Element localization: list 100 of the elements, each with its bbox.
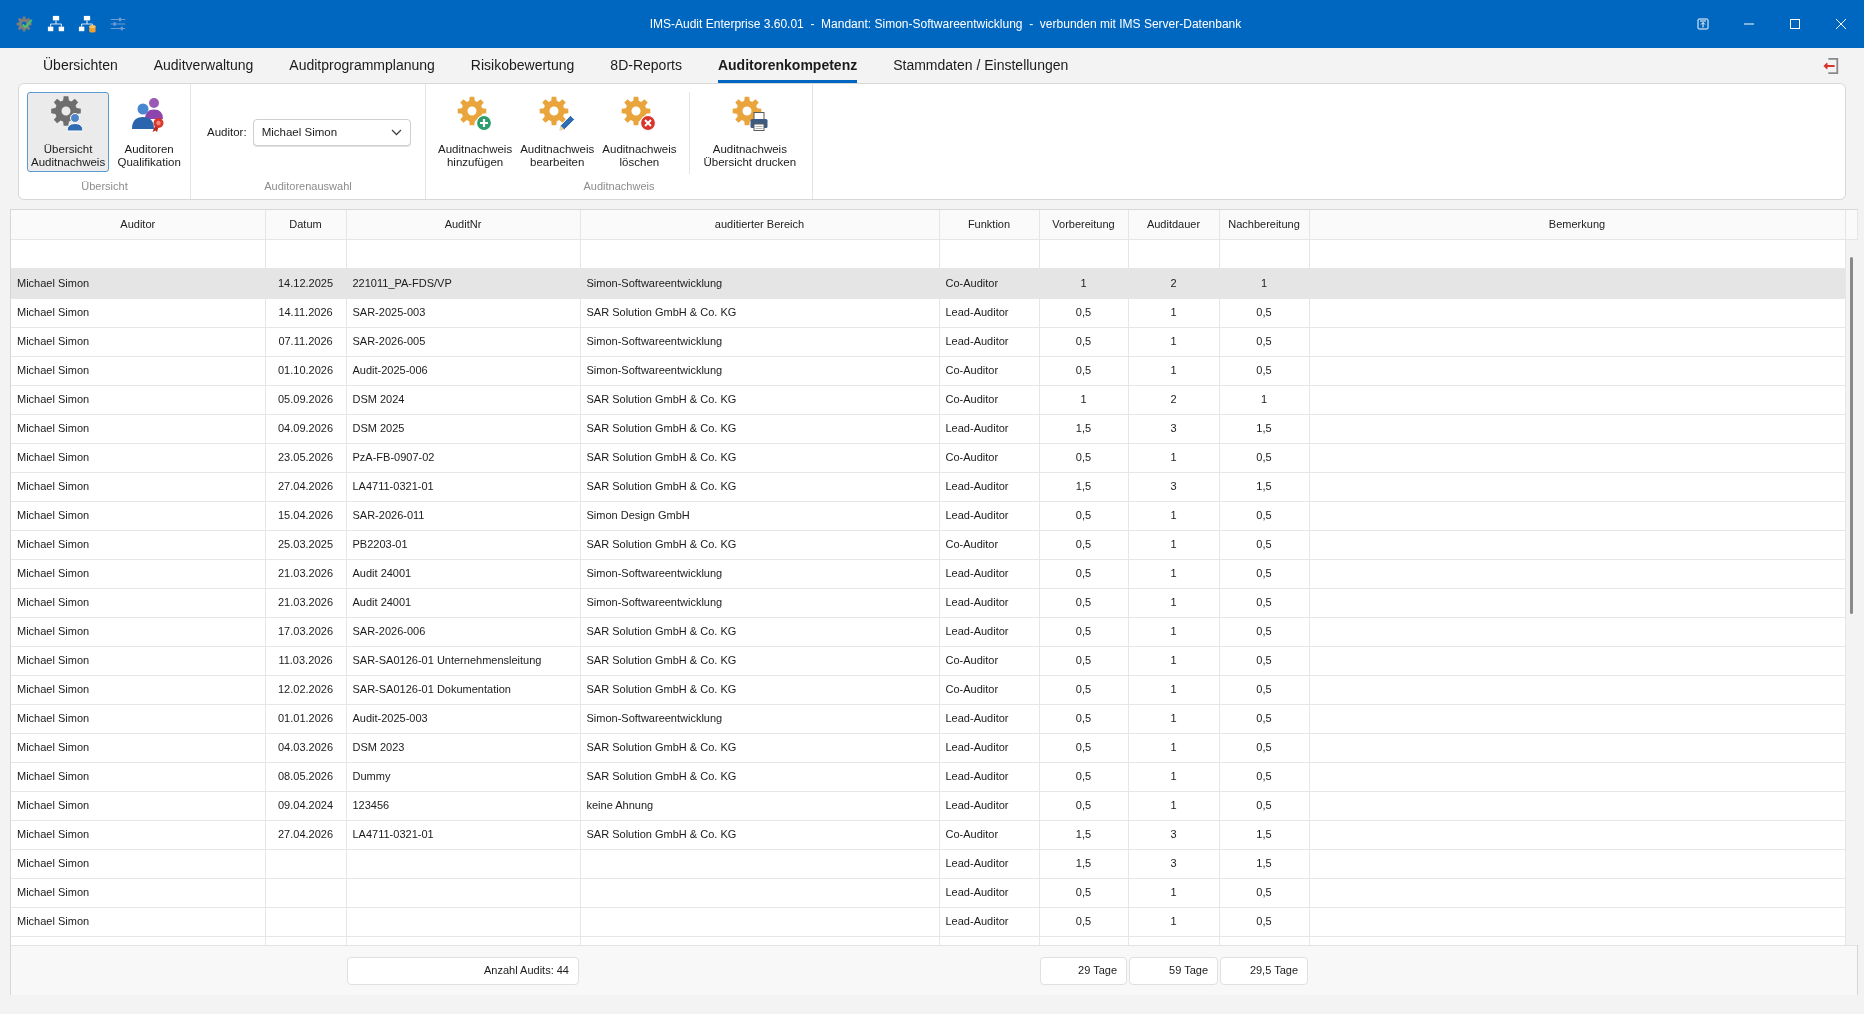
filter-field[interactable] bbox=[939, 239, 1039, 269]
column-header[interactable]: Funktion bbox=[939, 210, 1039, 239]
table-cell: Lead-Auditor bbox=[939, 878, 1039, 907]
table-cell: Co-Auditor bbox=[939, 646, 1039, 675]
table-row[interactable]: Michael Simon 21.03.2026 Audit 24001 Simon-Softwareentwicklung Lead-Auditor 0,5 1 0,5 bbox=[11, 588, 1845, 617]
auditor-dropdown[interactable]: Michael Simon bbox=[252, 119, 411, 146]
filter-field[interactable] bbox=[1039, 239, 1128, 269]
table-row[interactable]: Michael Simon 21.03.2026 Audit 24001 Simon-Softwareentwicklung Lead-Auditor 0,5 1 0,5 bbox=[11, 559, 1845, 588]
table-cell: 3 bbox=[1128, 849, 1219, 878]
table-row[interactable]: Michael Simon 15.04.2026 SAR-2026-011 Simon Design GmbH Lead-Auditor 0,5 1 0,5 bbox=[11, 501, 1845, 530]
column-header[interactable]: Datum bbox=[265, 210, 346, 239]
table-row[interactable]: Michael Simon 05.09.2026 DSM 2024 SAR Solution GmbH & Co. KG Co-Auditor 1 2 1 bbox=[11, 385, 1845, 414]
add-button[interactable]: Auditnachweis hinzufügen bbox=[434, 92, 517, 172]
table-row[interactable]: Michael Simon 12.02.2026 SAR-SA0126-01 Dokumentation SAR Solution GmbH & Co. KG Co-Auditor 0,5 1 0,5 bbox=[11, 675, 1845, 704]
table-cell: 15.04.2026 bbox=[265, 501, 346, 530]
table-row[interactable]: Michael Simon 07.11.2026 SAR-2026-005 Simon-Softwareentwicklung Lead-Auditor 0,5 1 0,5 bbox=[11, 327, 1845, 356]
table-row[interactable]: Michael Simon 14.12.2025 221011_PA-FDS/VP Simon-Softwareentwicklung Co-Auditor 1 2 1 bbox=[11, 269, 1845, 298]
filter-field[interactable] bbox=[346, 239, 580, 269]
table-cell: 0,5 bbox=[1219, 878, 1309, 907]
table-cell: 07.11.2026 bbox=[265, 327, 346, 356]
table-cell: 0,5 bbox=[1039, 675, 1128, 704]
table-cell: 1 bbox=[1128, 559, 1219, 588]
column-header[interactable]: Nachbereitung bbox=[1219, 210, 1309, 239]
menu-tab[interactable]: Auditorenkompetenz bbox=[717, 48, 858, 83]
table-row[interactable]: Michael Simon Lead-Auditor 1,5 3 1,5 bbox=[11, 849, 1845, 878]
table-cell: DSM 2023 bbox=[346, 733, 580, 762]
hierarchy-icon[interactable] bbox=[47, 15, 65, 33]
menu-tab[interactable]: Auditverwaltung bbox=[153, 48, 254, 83]
table-cell: Michael Simon bbox=[11, 588, 265, 617]
menu-tab[interactable]: Stammdaten / Einstellungen bbox=[893, 48, 1069, 83]
table-cell: LA4711-0321-01 bbox=[346, 472, 580, 501]
print-button[interactable]: Auditnachweis Übersicht drucken bbox=[699, 92, 801, 172]
table-cell: 0,5 bbox=[1039, 907, 1128, 936]
filter-field[interactable] bbox=[1309, 239, 1845, 269]
table-row[interactable]: Michael Simon 08.05.2026 Dummy SAR Solution GmbH & Co. KG Lead-Auditor 0,5 1 0,5 bbox=[11, 762, 1845, 791]
menu-tab[interactable]: Risikobewertung bbox=[470, 48, 575, 83]
exit-icon[interactable] bbox=[1822, 56, 1840, 75]
table-cell: Simon-Softwareentwicklung bbox=[580, 588, 939, 617]
table-cell: Michael Simon bbox=[11, 530, 265, 559]
table-cell: 21.03.2026 bbox=[265, 559, 346, 588]
table-cell: Simon-Softwareentwicklung bbox=[580, 356, 939, 385]
table-row[interactable]: Michael Simon Lead-Auditor 0,5 1 0,5 bbox=[11, 907, 1845, 936]
table-cell: 0,5 bbox=[1219, 327, 1309, 356]
table-cell: 0,5 bbox=[1039, 530, 1128, 559]
hierarchy-database-icon[interactable] bbox=[78, 15, 96, 33]
table-cell: 0,5 bbox=[1039, 443, 1128, 472]
chevron-down-icon bbox=[390, 129, 402, 136]
column-header[interactable]: auditierter Bereich bbox=[580, 210, 939, 239]
table-cell: 1 bbox=[1128, 530, 1219, 559]
table-row[interactable]: Michael Simon Lead-Auditor 0,5 1 0,5 bbox=[11, 878, 1845, 907]
filter-field[interactable] bbox=[580, 239, 939, 269]
table-row[interactable]: Michael Simon 23.05.2026 PzA-FB-0907-02 SAR Solution GmbH & Co. KG Co-Auditor 0,5 1 0,5 bbox=[11, 443, 1845, 472]
table-cell: 1 bbox=[1128, 617, 1219, 646]
table-cell: 25.03.2025 bbox=[265, 530, 346, 559]
table-cell: 0,5 bbox=[1219, 675, 1309, 704]
table-cell: Michael Simon bbox=[11, 472, 265, 501]
table-cell: Lead-Auditor bbox=[939, 298, 1039, 327]
qualification-button[interactable]: Auditoren Qualifikation bbox=[109, 92, 190, 172]
table-cell: 1,5 bbox=[1219, 472, 1309, 501]
table-row[interactable]: Michael Simon 11.03.2026 SAR-SA0126-01 Unternehmensleitung SAR Solution GmbH & Co. KG Co-Auditor 0,5 1 0,5 bbox=[11, 646, 1845, 675]
table-row[interactable]: Michael Simon 25.03.2025 PB2203-01 SAR Solution GmbH & Co. KG Co-Auditor 0,5 1 0,5 bbox=[11, 530, 1845, 559]
gear-check-icon[interactable] bbox=[16, 15, 34, 33]
table-row[interactable]: Michael Simon 01.10.2026 Audit-2025-006 Simon-Softwareentwicklung Co-Auditor 0,5 1 0,5 bbox=[11, 356, 1845, 385]
table-cell: 0,5 bbox=[1219, 762, 1309, 791]
table-cell: Michael Simon bbox=[11, 385, 265, 414]
table-cell: SAR Solution GmbH & Co. KG bbox=[580, 820, 939, 849]
table-row[interactable]: Michael Simon 27.04.2026 LA4711-0321-01 SAR Solution GmbH & Co. KG Lead-Auditor 1,5 3 1,5 bbox=[11, 472, 1845, 501]
menu-tab[interactable]: 8D-Reports bbox=[610, 48, 682, 83]
table-cell: 1 bbox=[1219, 269, 1309, 298]
filter-field[interactable] bbox=[11, 239, 265, 269]
menu-tab[interactable]: Auditprogrammplanung bbox=[289, 48, 435, 83]
table-cell: 1,5 bbox=[1219, 414, 1309, 443]
table-cell: Michael Simon bbox=[11, 675, 265, 704]
menu-tab[interactable]: Übersichten bbox=[43, 48, 118, 83]
column-header[interactable]: AuditNr bbox=[346, 210, 580, 239]
table-cell: Michael Simon bbox=[11, 849, 265, 878]
edit-button[interactable]: Auditnachweis bearbeiten bbox=[516, 92, 599, 172]
filter-field[interactable] bbox=[265, 239, 346, 269]
delete-button[interactable]: Auditnachweis löschen bbox=[598, 92, 681, 172]
filter-field[interactable] bbox=[1128, 239, 1219, 269]
column-header[interactable]: Bemerkung bbox=[1309, 210, 1845, 239]
table-row[interactable]: Michael Simon 01.01.2026 Audit-2025-003 Simon-Softwareentwicklung Lead-Auditor 0,5 1 0,5 bbox=[11, 704, 1845, 733]
table-row[interactable]: Michael Simon 27.04.2026 LA4711-0321-01 SAR Solution GmbH & Co. KG Co-Auditor 1,5 3 1,5 bbox=[11, 820, 1845, 849]
overview-button[interactable]: Übersicht Auditnachweis bbox=[27, 92, 110, 172]
table-row[interactable]: Michael Simon 14.11.2026 SAR-2025-003 SAR Solution GmbH & Co. KG Lead-Auditor 0,5 1 0,5 bbox=[11, 298, 1845, 327]
table-cell: SAR-2026-005 bbox=[346, 327, 580, 356]
table-row[interactable]: Michael Simon 17.03.2026 SAR-2026-006 SAR Solution GmbH & Co. KG Lead-Auditor 0,5 1 0,5 bbox=[11, 617, 1845, 646]
table-cell: 0,5 bbox=[1219, 907, 1309, 936]
column-header[interactable]: Vorbereitung bbox=[1039, 210, 1128, 239]
table-cell: Co-Auditor bbox=[939, 675, 1039, 704]
column-header[interactable]: Auditdauer bbox=[1128, 210, 1219, 239]
table-cell: 0,5 bbox=[1039, 501, 1128, 530]
table-cell: 04.09.2026 bbox=[265, 414, 346, 443]
table-cell: 0,5 bbox=[1219, 530, 1309, 559]
table-row[interactable]: Michael Simon 09.04.2024 123456 keine Ahnung Lead-Auditor 0,5 1 0,5 bbox=[11, 791, 1845, 820]
scrollbar-thumb[interactable] bbox=[1850, 256, 1853, 614]
table-row[interactable]: Michael Simon 04.09.2026 DSM 2025 SAR Solution GmbH & Co. KG Lead-Auditor 1,5 3 1,5 bbox=[11, 414, 1845, 443]
table-row[interactable]: Michael Simon 04.03.2026 DSM 2023 SAR Solution GmbH & Co. KG Lead-Auditor 0,5 1 0,5 bbox=[11, 733, 1845, 762]
column-header[interactable]: Auditor bbox=[11, 210, 265, 239]
filter-field[interactable] bbox=[1219, 239, 1309, 269]
